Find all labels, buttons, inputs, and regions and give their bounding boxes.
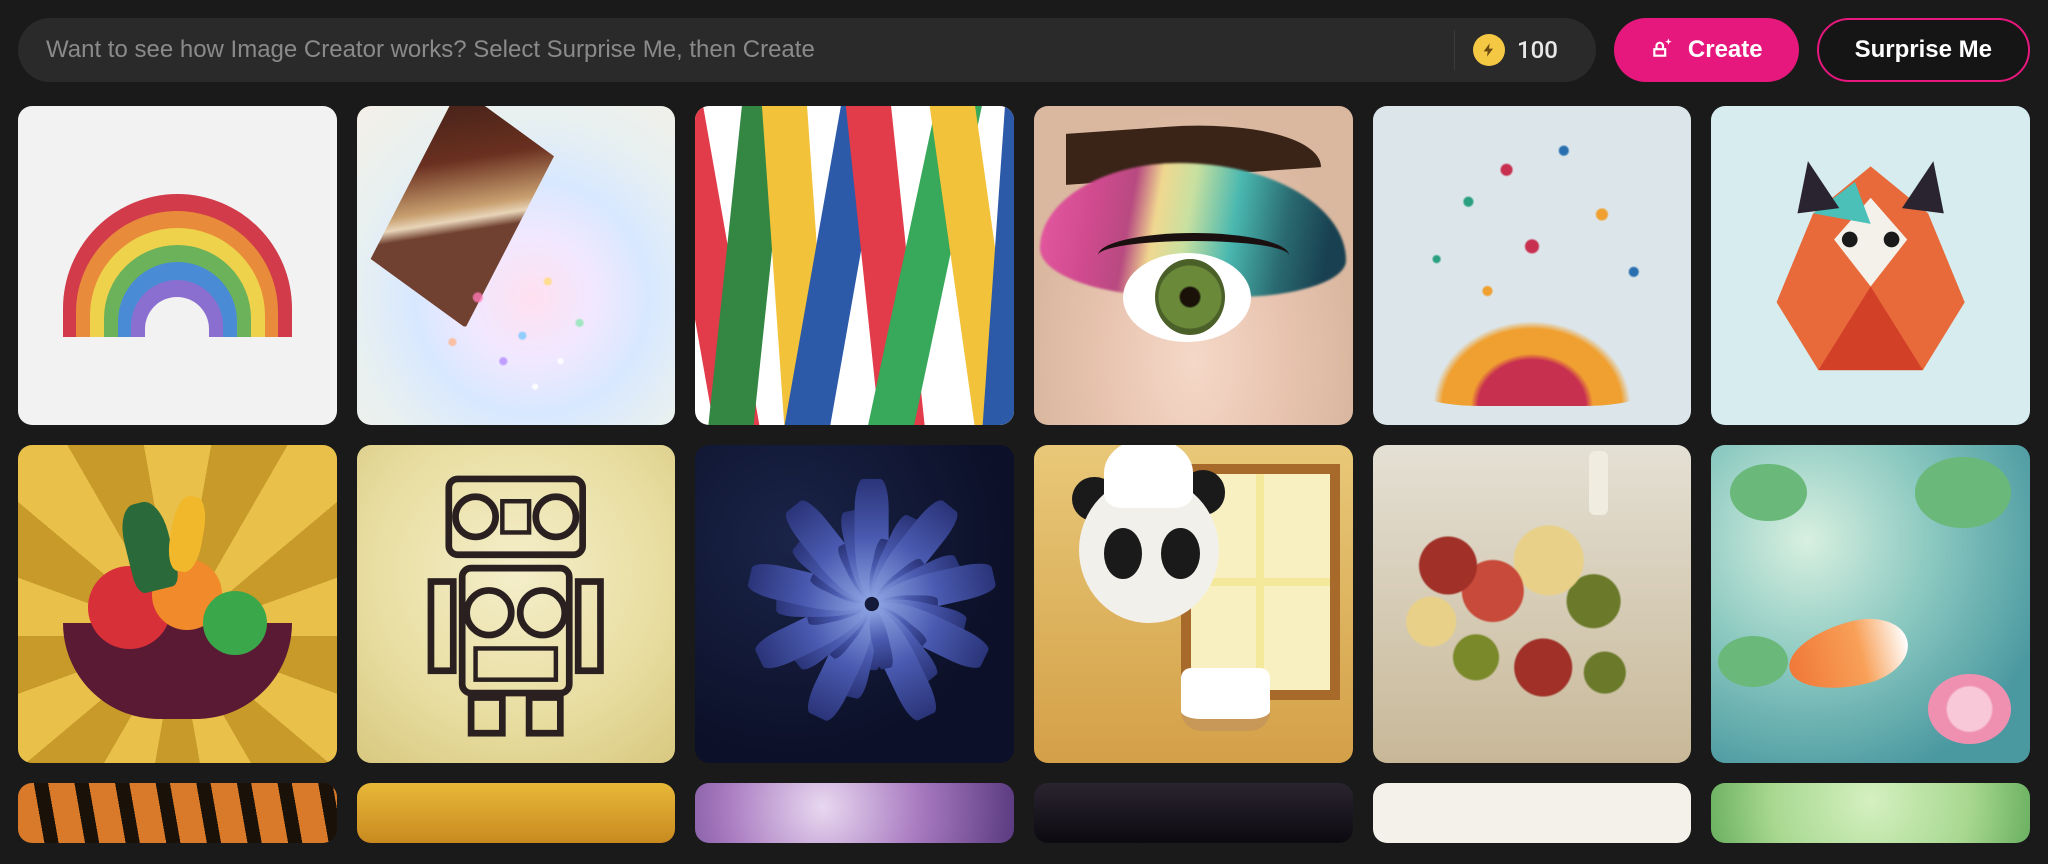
gallery-tile-charcuterie[interactable] [1373,445,1692,764]
prompt-field-wrap: 100 [18,18,1596,82]
gallery-tile-peek-6[interactable] [1711,783,2030,843]
coin-icon [1473,34,1505,66]
gallery-tile-streamers[interactable] [695,106,1014,425]
thumbnail-rainbow [18,106,337,425]
top-bar: 100 Create Surprise Me [18,18,2030,82]
gallery-tile-eye[interactable] [1034,106,1353,425]
thumbnail-peek [18,783,337,843]
gallery-tile-flower[interactable] [695,445,1014,764]
gallery-tile-pencil[interactable] [357,106,676,425]
create-button[interactable]: Create [1614,18,1799,82]
thumbnail-koi [1711,445,2030,764]
thumbnail-peek [1373,783,1692,843]
surprise-me-label: Surprise Me [1855,36,1992,64]
thumbnail-robot [357,445,676,764]
thumbnail-panda [1034,445,1353,764]
thumbnail-peek [1034,783,1353,843]
prompt-input[interactable] [46,36,1454,64]
gallery-tile-koi[interactable] [1711,445,2030,764]
gallery-tile-fruit[interactable] [18,445,337,764]
thumbnail-fox [1711,106,2030,425]
thumbnail-streamers [695,106,1014,425]
gallery-tile-rainbow[interactable] [18,106,337,425]
gallery-tile-robot[interactable] [357,445,676,764]
thumbnail-eye [1034,106,1353,425]
gallery-tile-peek-5[interactable] [1373,783,1692,843]
surprise-me-button[interactable]: Surprise Me [1817,18,2030,82]
credits-count: 100 [1517,36,1558,64]
thumbnail-splash [1373,106,1692,425]
thumbnail-peek [695,783,1014,843]
page-root: 100 Create Surprise Me [0,0,2048,864]
gallery-tile-fox[interactable] [1711,106,2030,425]
thumbnail-peek [1711,783,2030,843]
gallery-tile-peek-1[interactable] [18,783,337,843]
gallery-tile-peek-4[interactable] [1034,783,1353,843]
gallery-tile-peek-3[interactable] [695,783,1014,843]
credits-indicator: 100 [1454,30,1568,70]
gallery-tile-panda[interactable] [1034,445,1353,764]
thumbnail-charcuterie [1373,445,1692,764]
explore-grid [18,106,2030,843]
gallery-tile-peek-2[interactable] [357,783,676,843]
thumbnail-fruit [18,445,337,764]
thumbnail-flower [695,445,1014,764]
thumbnail-pencil [357,106,676,425]
create-sparkle-icon [1650,34,1676,67]
gallery-tile-splash[interactable] [1373,106,1692,425]
create-button-label: Create [1688,36,1763,64]
thumbnail-peek [357,783,676,843]
